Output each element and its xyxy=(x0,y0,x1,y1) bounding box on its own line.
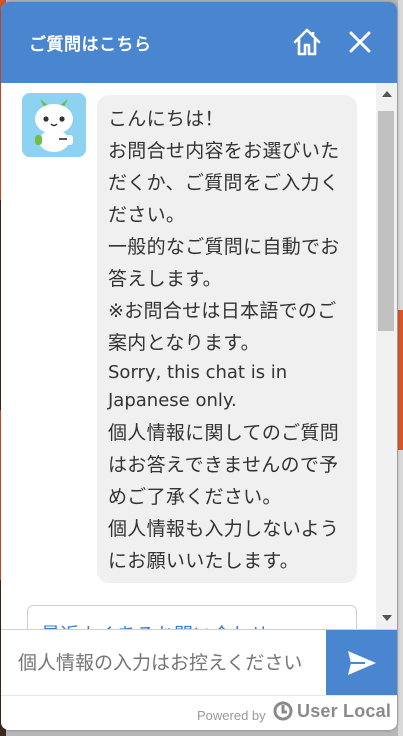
chat-header: ご質問はこちら xyxy=(1,2,397,83)
message-line: ※お問合せは日本語でのご案内となります。 xyxy=(108,300,337,354)
scroll-down-arrow-icon[interactable] xyxy=(382,615,392,621)
message-line: こんにちは！ xyxy=(108,108,224,130)
message-line: 個人情報に関してのご質問はお答えできませんので予めご了承ください。 xyxy=(108,422,340,508)
close-button[interactable] xyxy=(345,27,375,57)
send-button[interactable] xyxy=(326,630,397,695)
userlocal-logo-icon xyxy=(273,701,293,721)
message-composer xyxy=(1,629,397,695)
background-accent xyxy=(398,310,403,450)
message-line: 個人情報も入力しないようにお願いいたします。 xyxy=(108,518,340,572)
scroll-up-arrow-icon[interactable] xyxy=(382,91,392,97)
chat-scrollbar[interactable] xyxy=(376,83,397,629)
robot-avatar-icon xyxy=(22,93,86,157)
home-button[interactable] xyxy=(291,26,323,58)
scroll-thumb[interactable] xyxy=(378,111,394,331)
chat-widget: ご質問はこちら こんにちは！ お問合せ内容をお選びいただくか、ご質問をご入力くだ… xyxy=(1,2,397,730)
send-icon xyxy=(348,651,376,675)
close-icon xyxy=(349,31,371,53)
bot-message-bubble: こんにちは！ お問合せ内容をお選びいただくか、ご質問をご入力ください。 一般的な… xyxy=(97,95,357,583)
message-line: 一般的なご質問に自動でお答えします。 xyxy=(108,236,340,290)
footer: Powered by User Local xyxy=(1,695,397,730)
background-page-right xyxy=(398,0,403,736)
message-line: お問合せ内容をお選びいただくか、ご質問をご入力ください。 xyxy=(108,140,340,226)
brand-name[interactable]: User Local xyxy=(297,701,391,722)
chat-log[interactable]: こんにちは！ お問合せ内容をお選びいただくか、ご質問をご入力ください。 一般的な… xyxy=(1,83,376,629)
home-icon xyxy=(293,28,321,56)
faq-card[interactable]: 最近よくあるお問い合わせ xyxy=(27,605,357,629)
powered-by-text: Powered by xyxy=(197,708,266,723)
message-input[interactable] xyxy=(1,630,326,695)
header-title: ご質問はこちら xyxy=(29,35,152,55)
message-line: Sorry, this chat is in Japanese only. xyxy=(108,362,288,411)
